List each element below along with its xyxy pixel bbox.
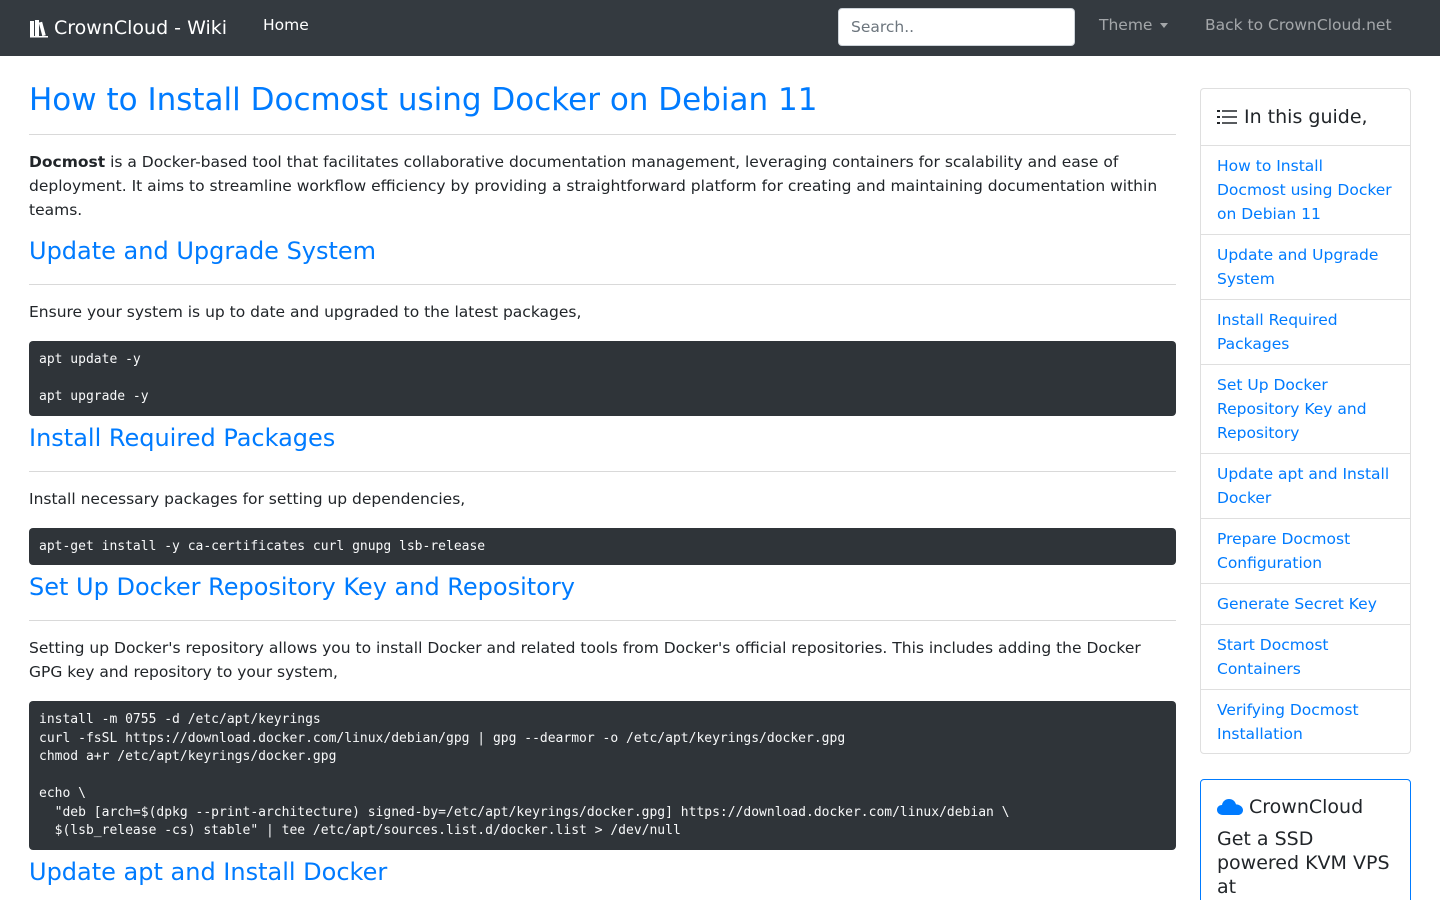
ad-text: Get a SSD powered KVM VPS at: [1217, 828, 1390, 898]
page-title: How to Install Docmost using Docker on D…: [29, 82, 818, 118]
list-icon: [1217, 110, 1237, 124]
toc-title: In this guide,: [1244, 106, 1368, 128]
section-heading-docker-repo: Set Up Docker Repository Key and Reposit…: [29, 573, 575, 601]
cloud-icon: [1217, 799, 1243, 815]
toc-item-docker-repo[interactable]: Set Up Docker Repository Key and Reposit…: [1201, 365, 1410, 454]
toc-item-secret-key[interactable]: Generate Secret Key: [1201, 584, 1410, 625]
code-block-update[interactable]: apt update -y apt upgrade -y: [29, 341, 1176, 416]
toc-item-install-docmost[interactable]: How to Install Docmost using Docker on D…: [1201, 146, 1410, 235]
section-text-update: Ensure your system is up to date and upg…: [29, 303, 582, 321]
section-heading-install-docker: Update apt and Install Docker: [29, 858, 388, 886]
theme-dropdown[interactable]: Theme: [1099, 16, 1169, 34]
section-heading-update: Update and Upgrade System: [29, 237, 377, 265]
toc-header: In this guide,: [1201, 89, 1410, 146]
section-text-docker-repo: Setting up Docker's repository allows yo…: [29, 639, 1141, 681]
code-block-packages[interactable]: apt-get install -y ca-certificates curl …: [29, 528, 1176, 565]
ad-title-label: CrownCloud: [1249, 796, 1364, 818]
brand-link[interactable]: CrownCloud - Wiki: [29, 14, 227, 42]
ad-title: CrownCloud: [1217, 796, 1394, 818]
intro-paragraph: Docmost is a Docker-based tool that faci…: [29, 150, 1176, 222]
search-input[interactable]: [838, 8, 1075, 46]
nav-home-link[interactable]: Home: [263, 16, 309, 34]
toc-item-required-packages[interactable]: Install Required Packages: [1201, 300, 1410, 365]
caret-down-icon: [1160, 22, 1169, 28]
back-to-crowncloud-link[interactable]: Back to CrownCloud.net: [1205, 16, 1392, 34]
table-of-contents: In this guide, How to Install Docmost us…: [1200, 88, 1411, 754]
intro-bold: Docmost: [29, 153, 106, 171]
section-text-packages: Install necessary packages for setting u…: [29, 490, 466, 508]
section-heading-packages: Install Required Packages: [29, 424, 336, 452]
divider: [29, 134, 1176, 135]
brand-label: CrownCloud - Wiki: [54, 17, 228, 39]
code-block-docker-repo[interactable]: install -m 0755 -d /etc/apt/keyrings cur…: [29, 701, 1176, 850]
divider: [29, 620, 1176, 621]
toc-item-start-containers[interactable]: Start Docmost Containers: [1201, 625, 1410, 690]
divider: [29, 471, 1176, 472]
intro-text: is a Docker-based tool that facilitates …: [29, 153, 1158, 219]
theme-label: Theme: [1099, 16, 1153, 34]
crowncloud-ad-card[interactable]: CrownCloud Get a SSD powered KVM VPS at: [1200, 779, 1411, 900]
toc-item-install-docker[interactable]: Update apt and Install Docker: [1201, 454, 1410, 519]
toc-item-prepare-config[interactable]: Prepare Docmost Configuration: [1201, 519, 1410, 584]
divider: [29, 284, 1176, 285]
toc-item-verify-install[interactable]: Verifying Docmost Installation: [1201, 690, 1410, 754]
books-icon: [30, 20, 48, 38]
toc-item-update-upgrade[interactable]: Update and Upgrade System: [1201, 235, 1410, 300]
top-navbar: CrownCloud - Wiki Home Theme Back to Cro…: [0, 0, 1440, 56]
